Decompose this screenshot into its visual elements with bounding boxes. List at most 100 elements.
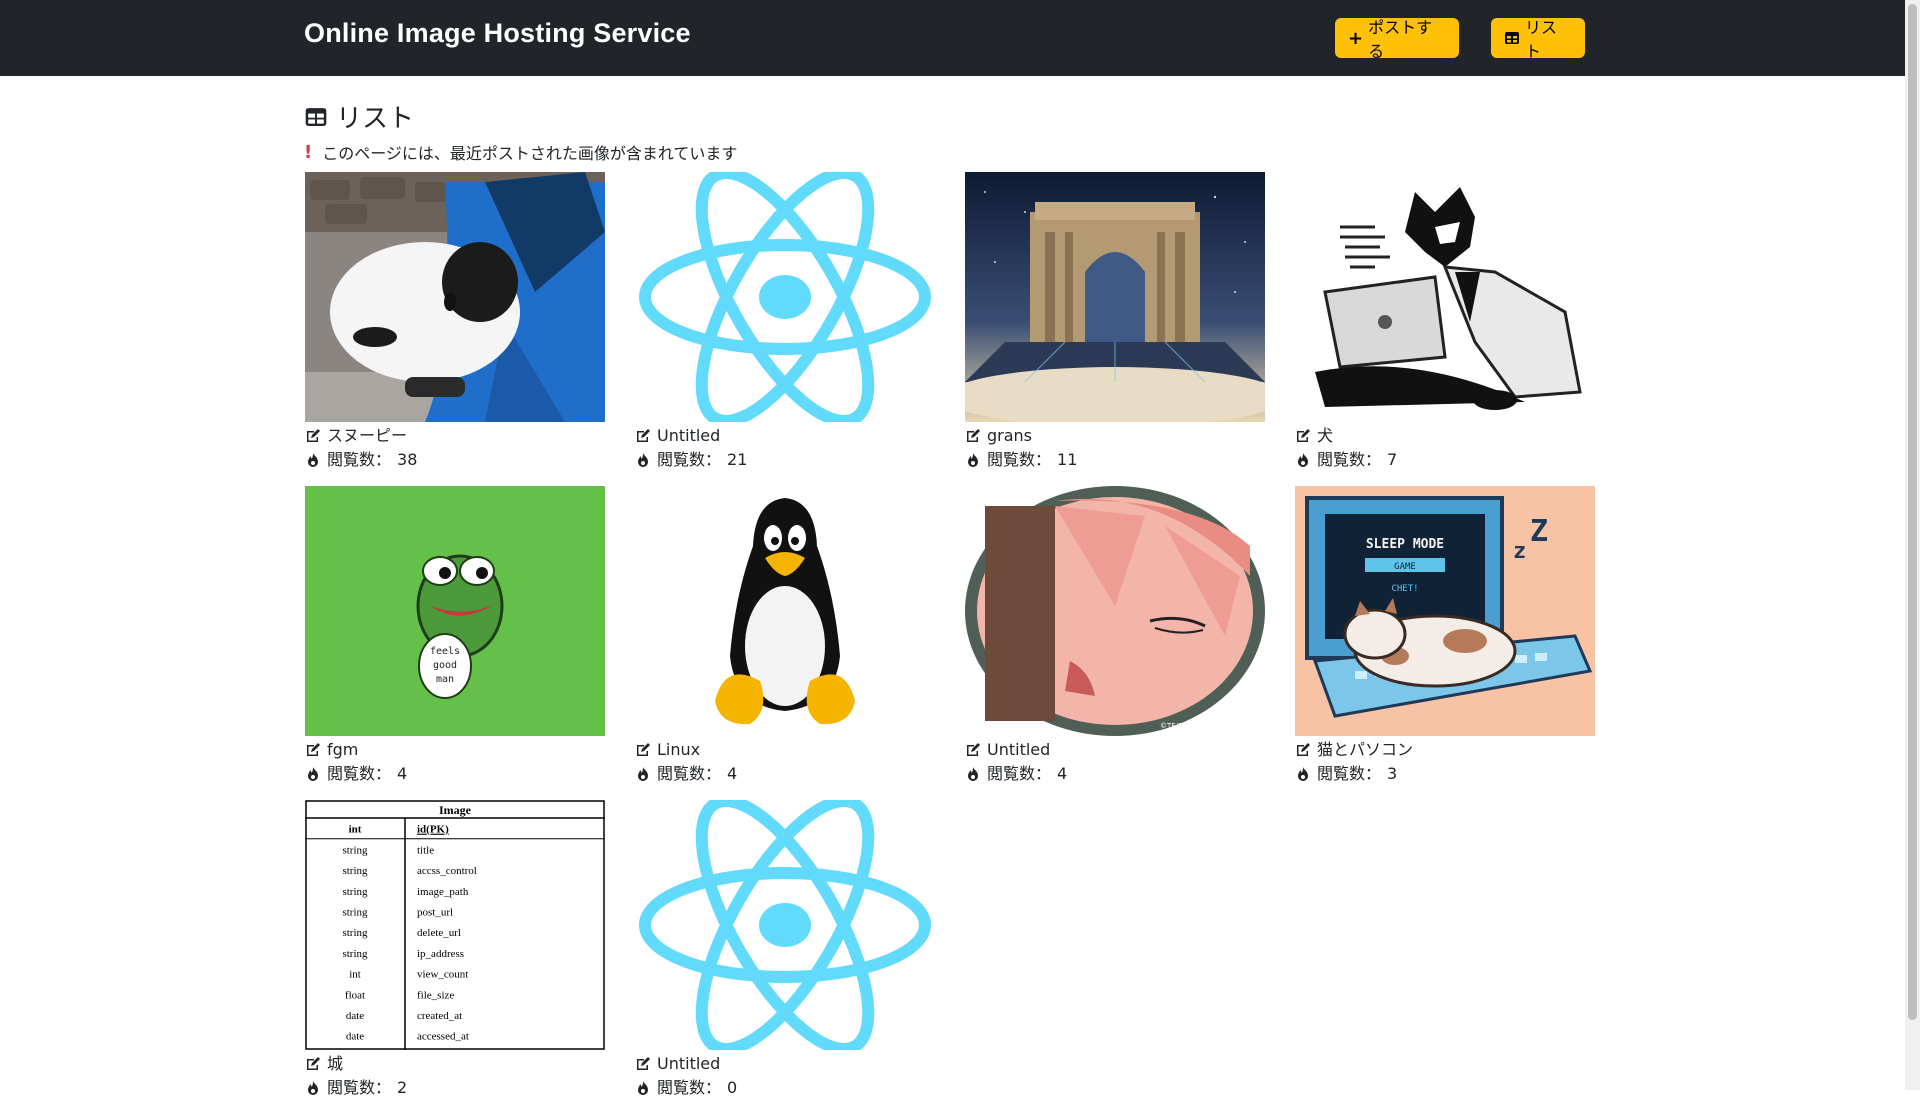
pepe-frog-icon: feels good man (305, 486, 605, 736)
view-count-label: 閲覧数： (327, 450, 392, 469)
er-field-name: id(PK) (417, 824, 449, 836)
view-count-label: 閲覧数： (987, 450, 1052, 469)
er-field-name: created_at (417, 1010, 462, 1022)
image-title-link[interactable]: Linux (635, 738, 935, 762)
view-count-label: 閲覧数： (657, 450, 722, 469)
svg-text:z: z (1513, 539, 1526, 564)
view-count: 閲覧数： 11 (965, 448, 1265, 472)
pepe-text-1: feels (430, 646, 460, 657)
er-table-name: Image (439, 803, 472, 817)
table-icon (305, 107, 327, 126)
fire-icon (308, 1081, 318, 1095)
svg-text:Z: Z (1530, 514, 1548, 549)
scrollbar-thumb[interactable] (1908, 4, 1917, 1020)
image-thumbnail[interactable] (635, 800, 935, 1050)
er-table-diagram-icon: Image int id(PK) string title string accss_con… (305, 800, 605, 1050)
image-title-link[interactable]: 猫とパソコン (1295, 738, 1595, 762)
er-field-name: view_count (417, 969, 468, 981)
scrollbar[interactable] (1905, 0, 1920, 1090)
fire-icon (308, 453, 318, 467)
list-button[interactable]: リスト (1491, 18, 1585, 61)
view-count: 閲覧数： 2 (305, 1076, 605, 1100)
view-count-value: 7 (1387, 450, 1398, 469)
image-title-link[interactable]: Untitled (965, 738, 1265, 762)
er-field-type: string (342, 865, 368, 877)
image-title-link[interactable]: 城 (305, 1052, 605, 1076)
image-title: grans (987, 426, 1033, 445)
image-card: ©TE/S, SFP Untitled 閲覧数： 4 (965, 486, 1265, 786)
er-field-name: delete_url (417, 927, 461, 939)
edit-icon (637, 429, 650, 442)
wolf-laptop-sketch-icon (1295, 172, 1595, 422)
er-field-type: int (349, 824, 362, 836)
exclamation-icon: ! (304, 141, 313, 163)
er-field-type: float (345, 989, 365, 1001)
er-field-name: ip_address (417, 948, 464, 960)
view-count-label: 閲覧数： (327, 764, 392, 783)
er-field-type: date (346, 1031, 364, 1043)
fire-icon (638, 453, 648, 467)
navbar: Online Image Hosting Service + ポストする リスト (0, 0, 1905, 76)
image-card: Linux 閲覧数： 4 (635, 486, 935, 786)
view-count: 閲覧数： 0 (635, 1076, 935, 1100)
er-field-type: string (342, 907, 368, 919)
image-thumbnail[interactable] (965, 172, 1265, 422)
image-thumbnail[interactable]: feels good man (305, 486, 605, 736)
view-count-label: 閲覧数： (1317, 764, 1382, 783)
image-thumbnail[interactable] (305, 172, 605, 422)
image-title-link[interactable]: fgm (305, 738, 605, 762)
react-atom-logo-icon (635, 800, 935, 1050)
image-thumbnail[interactable]: Image int id(PK) string title string accss_con… (305, 800, 605, 1050)
image-title: 猫とパソコン (1317, 740, 1414, 759)
anime-girl-portrait-icon: ©TE/S, SFP (965, 486, 1265, 736)
edit-icon (637, 1057, 650, 1070)
fire-icon (1298, 453, 1308, 467)
view-count-value: 2 (397, 1078, 408, 1097)
edit-icon (637, 743, 650, 756)
image-card: 犬 閲覧数： 7 (1295, 172, 1595, 472)
view-count-value: 4 (397, 764, 408, 783)
edit-icon (967, 429, 980, 442)
er-field-type: string (342, 844, 368, 856)
image-title-link[interactable]: grans (965, 424, 1265, 448)
pixel-text-3: CHET! (1391, 584, 1418, 594)
image-thumbnail[interactable] (635, 172, 935, 422)
image-thumbnail[interactable] (1295, 172, 1595, 422)
image-thumbnail[interactable] (635, 486, 935, 736)
view-count: 閲覧数： 4 (635, 762, 935, 786)
view-count-value: 4 (1057, 764, 1068, 783)
image-thumbnail[interactable]: ©TE/S, SFP (965, 486, 1265, 736)
view-count-value: 38 (397, 450, 418, 469)
image-thumbnail[interactable]: SLEEP MODE GAME CHET! z Z (1295, 486, 1595, 736)
fire-icon (968, 767, 978, 781)
tux-penguin-icon (635, 486, 935, 736)
view-count: 閲覧数： 21 (635, 448, 935, 472)
image-card: Untitled 閲覧数： 0 (635, 800, 935, 1100)
view-count: 閲覧数： 4 (965, 762, 1265, 786)
post-button[interactable]: + ポストする (1335, 18, 1459, 61)
image-title-link[interactable]: スヌーピー (305, 424, 605, 448)
notice-text: このページには、最近ポストされた画像が含まれています (322, 144, 738, 163)
brand-title[interactable]: Online Image Hosting Service (304, 18, 691, 49)
image-title: Untitled (657, 1054, 721, 1073)
pixel-text-1: SLEEP MODE (1366, 537, 1444, 552)
pepe-text-2: good (433, 660, 457, 671)
react-atom-logo-icon (635, 172, 935, 422)
image-title-link[interactable]: 犬 (1295, 424, 1595, 448)
view-count-value: 0 (727, 1078, 738, 1097)
er-field-name: post_url (417, 907, 453, 919)
view-count: 閲覧数： 7 (1295, 448, 1595, 472)
image-title-link[interactable]: Untitled (635, 1052, 935, 1076)
image-title-link[interactable]: Untitled (635, 424, 935, 448)
pixel-text-2: GAME (1394, 562, 1416, 572)
table-icon (1505, 32, 1519, 44)
edit-icon (307, 429, 320, 442)
list-button-label: リスト (1525, 18, 1558, 61)
image-card: スヌーピー 閲覧数： 38 (305, 172, 605, 472)
er-field-type: int (349, 969, 361, 981)
fantasy-arch-art-icon (965, 172, 1265, 422)
notice: ! このページには、最近ポストされた画像が含まれています (304, 140, 737, 164)
image-title: Untitled (657, 426, 721, 445)
er-field-name: file_size (417, 989, 454, 1001)
image-card: SLEEP MODE GAME CHET! z Z 猫とパソコン 閲覧数： 3 (1295, 486, 1595, 786)
